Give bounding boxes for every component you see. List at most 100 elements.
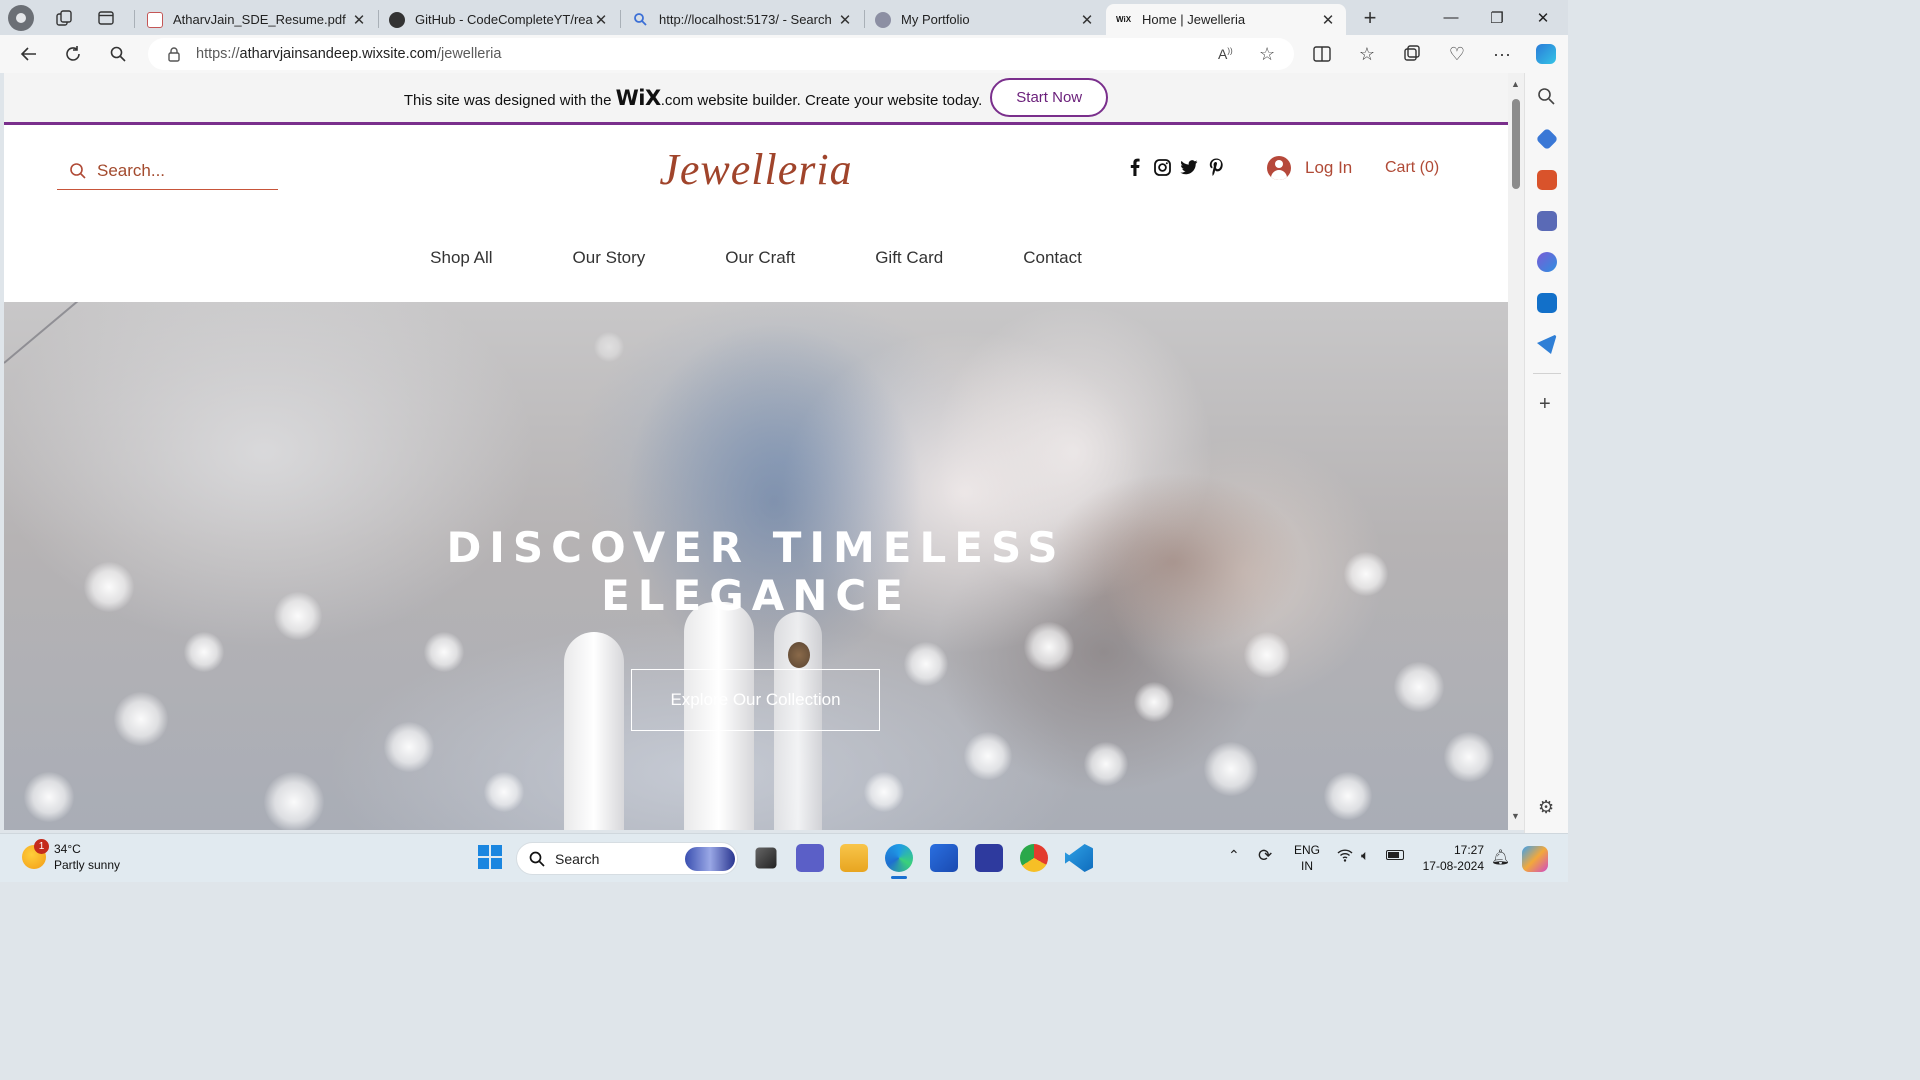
cart-link[interactable]: Cart (0) xyxy=(1385,159,1439,177)
scroll-thumb[interactable] xyxy=(1512,99,1520,189)
search-icon[interactable] xyxy=(1537,87,1557,107)
notifications-bell-icon[interactable]: 🔔︎ xyxy=(1491,848,1510,866)
split-screen-icon[interactable] xyxy=(1307,39,1337,69)
user-avatar-icon xyxy=(1267,156,1291,180)
social-bar xyxy=(1126,158,1225,176)
weather-widget[interactable]: 1 34°C Partly sunny xyxy=(22,839,121,873)
wifi-icon[interactable] xyxy=(1337,848,1353,865)
tab-jewelleria[interactable]: WiX Home | Jewelleria ✕ xyxy=(1106,4,1346,35)
close-tab-icon[interactable]: ✕ xyxy=(351,11,367,29)
login-button[interactable]: Log In xyxy=(1267,156,1352,180)
sidebar-settings-icon[interactable]: ⚙ xyxy=(1538,797,1554,818)
workspaces-icon[interactable] xyxy=(44,0,84,35)
new-tab-button[interactable]: + xyxy=(1356,4,1384,32)
wix-logo: WiX xyxy=(615,85,662,110)
explore-collection-button[interactable]: Explore Our Collection xyxy=(631,669,880,731)
close-tab-icon[interactable]: ✕ xyxy=(1320,11,1336,29)
browser-essentials-icon[interactable]: ♡ xyxy=(1442,39,1472,69)
battery-icon[interactable] xyxy=(1386,850,1404,860)
address-bar[interactable]: https://atharvjainsandeep.wixsite.com/je… xyxy=(148,38,1294,70)
read-aloud-icon[interactable]: A)) xyxy=(1218,46,1233,62)
nav-gift-card[interactable]: Gift Card xyxy=(875,248,943,268)
shopping-tag-icon[interactable] xyxy=(1535,127,1559,151)
nav-shop-all[interactable]: Shop All xyxy=(430,248,492,268)
back-arrow-icon[interactable] xyxy=(14,39,44,69)
teams-icon[interactable] xyxy=(796,844,824,872)
nav-contact[interactable]: Contact xyxy=(1023,248,1082,268)
page-viewport: This site was designed with the WiX.com … xyxy=(4,73,1508,830)
microsoft-store-icon[interactable] xyxy=(930,844,958,872)
nav-our-story[interactable]: Our Story xyxy=(573,248,646,268)
site-header: Jewelleria Log In Cart (0) Shop All Our … xyxy=(4,128,1508,303)
sidebar-divider xyxy=(1533,373,1561,374)
taskbar-search[interactable]: Search xyxy=(516,842,738,875)
windows-taskbar: 1 34°C Partly sunny Search ⌃ ⟳ ENG IN 🔈︎… xyxy=(0,833,1568,882)
task-view-icon[interactable] xyxy=(755,847,777,869)
chrome-icon[interactable] xyxy=(1020,844,1048,872)
wix-ad-banner: This site was designed with the WiX.com … xyxy=(4,73,1508,125)
maximize-button[interactable]: ❐ xyxy=(1474,0,1520,35)
vscode-icon[interactable] xyxy=(1065,844,1093,872)
start-now-button[interactable]: Start Now xyxy=(990,78,1109,117)
tab-localhost-search[interactable]: http://localhost:5173/ - Search ✕ xyxy=(623,4,863,35)
url-text: https://atharvjainsandeep.wixsite.com/je… xyxy=(196,46,502,62)
pinterest-icon[interactable] xyxy=(1207,158,1225,176)
page-scrollbar[interactable]: ▲ ▼ xyxy=(1508,73,1524,830)
nav-our-craft[interactable]: Our Craft xyxy=(725,248,795,268)
outlook-icon[interactable] xyxy=(1537,293,1557,313)
close-tab-icon[interactable]: ✕ xyxy=(837,11,853,29)
tab-github[interactable]: GitHub - CodeCompleteYT/react ✕ xyxy=(379,4,619,35)
hero-section: DISCOVER TIMELESS ELEGANCE Explore Our Co… xyxy=(4,302,1508,830)
search-icon xyxy=(529,851,545,867)
pdf-icon xyxy=(147,11,163,28)
show-hidden-icons[interactable]: ⌃ xyxy=(1228,847,1240,864)
scroll-up-icon[interactable]: ▲ xyxy=(1511,79,1520,89)
language-indicator[interactable]: ENG IN xyxy=(1294,842,1320,874)
weather-desc: Partly sunny xyxy=(54,858,121,872)
portfolio-icon xyxy=(875,11,891,28)
favorite-star-icon[interactable]: ☆ xyxy=(1259,44,1275,65)
site-info-icon[interactable] xyxy=(166,46,182,62)
add-sidebar-app-icon[interactable]: + xyxy=(1539,393,1551,416)
tab-actions-icon[interactable] xyxy=(86,0,126,35)
tab-resume-pdf[interactable]: AtharvJain_SDE_Resume.pdf ✕ xyxy=(137,4,377,35)
github-icon xyxy=(389,11,405,28)
partly-sunny-icon: 1 xyxy=(22,839,49,869)
notification-badge: 1 xyxy=(34,839,49,854)
twitter-icon[interactable] xyxy=(1180,158,1198,176)
hero-heading: DISCOVER TIMELESS ELEGANCE xyxy=(446,523,1066,620)
games-icon[interactable] xyxy=(1537,211,1557,231)
search-highlight-image xyxy=(685,847,735,871)
weather-temp: 34°C xyxy=(54,842,81,856)
close-tab-icon[interactable]: ✕ xyxy=(593,11,609,29)
tools-briefcase-icon[interactable] xyxy=(1537,170,1557,190)
sync-icon[interactable]: ⟳ xyxy=(1258,846,1272,866)
microsoft-365-icon[interactable] xyxy=(1537,252,1557,272)
copilot-taskbar-icon[interactable] xyxy=(1522,846,1548,872)
send-icon[interactable] xyxy=(1537,334,1557,354)
refresh-icon[interactable] xyxy=(58,39,88,69)
more-options-icon[interactable]: ··· xyxy=(1487,39,1517,69)
file-explorer-icon[interactable] xyxy=(840,844,868,872)
favorites-icon[interactable]: ☆ xyxy=(1352,39,1382,69)
instagram-icon[interactable] xyxy=(1153,158,1171,176)
edge-browser-icon[interactable] xyxy=(885,844,913,872)
tab-portfolio[interactable]: My Portfolio ✕ xyxy=(865,4,1105,35)
close-window-button[interactable]: ✕ xyxy=(1520,0,1566,35)
scroll-down-icon[interactable]: ▼ xyxy=(1511,811,1520,821)
active-app-indicator xyxy=(891,876,907,879)
close-tab-icon[interactable]: ✕ xyxy=(1079,11,1095,29)
collections-icon[interactable] xyxy=(1397,39,1427,69)
wix-icon: WiX xyxy=(1116,15,1132,24)
copilot-icon[interactable] xyxy=(1531,39,1561,69)
facebook-icon[interactable] xyxy=(1126,158,1144,176)
wix-banner-text: This site was designed with the WiX.com … xyxy=(403,85,983,110)
profile-avatar-icon[interactable] xyxy=(8,4,34,31)
windows-start-icon[interactable] xyxy=(477,844,505,872)
powerautomate-icon[interactable] xyxy=(975,844,1003,872)
search-icon[interactable] xyxy=(103,39,133,69)
volume-icon[interactable]: 🔈︎ xyxy=(1361,847,1369,864)
minimize-button[interactable]: — xyxy=(1428,0,1474,35)
edge-sidebar: + ⚙ xyxy=(1524,73,1568,833)
clock[interactable]: 17:27 17-08-2024 xyxy=(1420,842,1484,874)
